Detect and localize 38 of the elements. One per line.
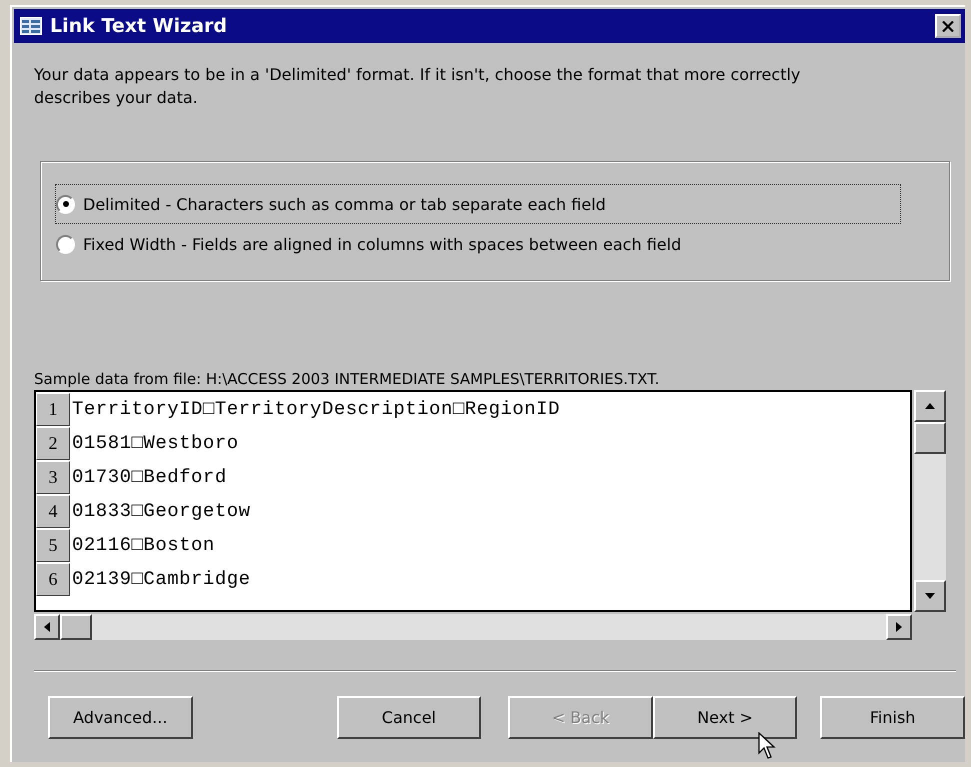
sample-caption: Sample data from file: H:\ACCESS 2003 INTERMEDIATE SAMPLES\TERRITORIES.TXT. — [34, 370, 660, 388]
close-icon — [942, 20, 954, 32]
row-number: 5 — [36, 528, 70, 562]
row-number: 1 — [36, 392, 70, 426]
data-line: TerritoryID□TerritoryDescription□RegionID — [71, 398, 560, 420]
scroll-thumb[interactable] — [914, 422, 946, 454]
scroll-thumb[interactable] — [60, 614, 92, 640]
radio-button[interactable] — [56, 194, 75, 214]
row-number: 6 — [36, 562, 70, 596]
data-line: 01581□Westboro — [71, 432, 239, 454]
close-button[interactable] — [935, 14, 961, 38]
scroll-up-button[interactable] — [914, 390, 946, 422]
scroll-down-button[interactable] — [914, 580, 946, 612]
wizard-button[interactable]: Cancel — [336, 696, 482, 739]
data-line: 01833□Georgetow — [71, 500, 251, 522]
data-line: 01730□Bedford — [71, 466, 227, 488]
vertical-scrollbar[interactable] — [914, 390, 946, 612]
horizontal-scrollbar[interactable] — [34, 614, 912, 640]
window-title: Link Text Wizard — [50, 15, 228, 37]
row-number: 4 — [36, 494, 70, 528]
row-number: 2 — [36, 426, 70, 460]
row-number: 3 — [36, 460, 70, 494]
scroll-right-button[interactable] — [886, 614, 912, 640]
down-arrow-icon — [924, 592, 936, 600]
wizard-button[interactable]: Finish — [820, 696, 965, 739]
intro-text: Your data appears to be in a 'Delimited' format. If it isn't, choose the format that more correctly describes your data. — [34, 64, 802, 109]
format-option[interactable]: Delimited - Characters such as comma or tab separate each field — [55, 184, 901, 224]
wizard-button[interactable]: Next > — [652, 696, 798, 739]
left-arrow-icon — [43, 621, 51, 633]
data-line: 02139□Cambridge — [71, 568, 251, 590]
radio-button[interactable] — [56, 234, 75, 254]
data-line: 02116□Boston — [71, 534, 215, 556]
wizard-button[interactable]: Advanced... — [48, 696, 193, 739]
form-icon — [20, 17, 42, 35]
right-arrow-icon — [895, 621, 903, 633]
scroll-left-button[interactable] — [34, 614, 60, 640]
up-arrow-icon — [924, 402, 936, 410]
format-option[interactable]: Fixed Width - Fields are aligned in columns with spaces between each field — [55, 224, 901, 264]
